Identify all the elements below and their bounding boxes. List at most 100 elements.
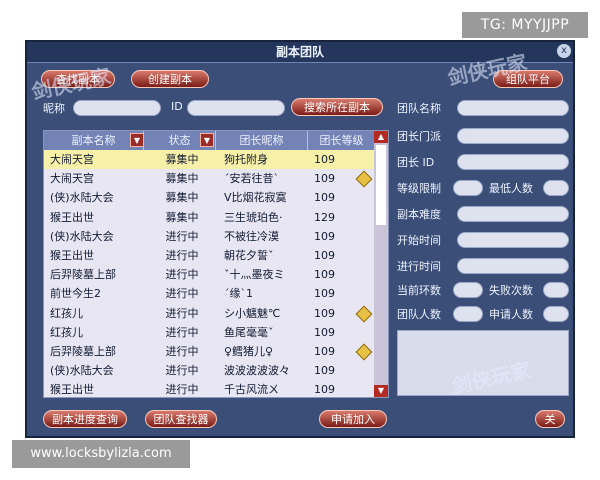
diamond-icon <box>355 170 373 188</box>
row-leader: 鱼尾毫毫ˇ <box>224 325 274 339</box>
row-leader: ˊ安若往昔ˋ <box>224 172 279 186</box>
scroll-thumb[interactable] <box>376 145 386 225</box>
row-status: 募集中 <box>165 153 199 166</box>
row-name: 红孩儿 <box>50 325 83 339</box>
fail-count-field <box>543 282 569 298</box>
table-row[interactable]: 红孩儿 进行中 シ小魑魅℃ 109 <box>44 304 376 323</box>
team-count-label: 团队人数 <box>397 308 441 321</box>
team-name-label: 团队名称 <box>397 102 441 115</box>
table-row[interactable]: 大闹天宫 募集中 ˊ安若往昔ˋ 109 <box>44 169 376 188</box>
level-limit-field <box>453 180 483 196</box>
apply-join-button[interactable]: 申请加入 <box>319 410 387 428</box>
row-level: 109 <box>314 344 335 358</box>
row-leader: ♀鳕猪儿♀ <box>224 344 274 358</box>
table-row[interactable]: 猴王出世 进行中 千古风流ㄨ 109 <box>44 380 376 397</box>
table-row[interactable]: (侠)水陆大会 进行中 不被往冷漠 109 <box>44 227 376 246</box>
row-status: 募集中 <box>165 191 199 205</box>
table-row[interactable]: 猴王出世 进行中 朝花夕誓ˇ 109 <box>44 246 376 265</box>
dungeon-progress-button[interactable]: 副本进度查询 <box>43 410 127 428</box>
row-name: (侠)水陆大会 <box>50 364 114 378</box>
table-header: 副本名称 ▼ 状态 ▼ 团长昵称 团长等级 <box>44 131 376 150</box>
progress-time-field <box>457 258 569 274</box>
team-table: 副本名称 ▼ 状态 ▼ 团长昵称 团长等级 大闹天宫 募集中 狗托附身 109 大闹天宫… <box>43 130 389 398</box>
row-status: 募集中 <box>165 210 199 224</box>
row-status: 进行中 <box>165 306 199 320</box>
nickname-input[interactable] <box>73 100 161 116</box>
table-scrollbar[interactable]: ▲ ▼ <box>374 131 388 397</box>
leader-sect-field <box>457 128 569 144</box>
current-rounds-field <box>453 282 483 298</box>
fail-count-label: 失败次数 <box>489 284 533 297</box>
row-level: 109 <box>314 268 335 282</box>
progress-time-label: 进行时间 <box>397 260 441 273</box>
close-button[interactable]: 关 <box>535 410 565 428</box>
sort-name-icon[interactable]: ▼ <box>130 133 144 147</box>
table-row[interactable]: 前世今生2 进行中 ˊ缘ˋ1 109 <box>44 284 376 303</box>
watermark-top-left: 剑侠玩家 <box>29 63 113 105</box>
row-status: 进行中 <box>165 229 199 243</box>
difficulty-label: 副本难度 <box>397 208 441 221</box>
table-row[interactable]: (侠)水陆大会 进行中 波波波波波々 109 <box>44 361 376 380</box>
row-name: 后羿陵墓上部 <box>50 344 116 358</box>
difficulty-field <box>457 206 569 222</box>
row-leader: シ小魑魅℃ <box>224 306 281 320</box>
header-name: 副本名称 <box>44 131 144 150</box>
row-leader: 波波波波波々 <box>224 364 290 378</box>
row-name: (侠)水陆大会 <box>50 191 114 205</box>
row-name: 猴王出世 <box>50 383 94 397</box>
apply-count-field <box>543 306 569 322</box>
create-dungeon-button[interactable]: 创建副本 <box>131 70 209 88</box>
table-row[interactable]: 大闹天宫 募集中 狗托附身 109 <box>44 150 376 170</box>
level-limit-label: 等级限制 <box>397 182 441 195</box>
search-dungeon-button[interactable]: 搜索所在副本 <box>291 98 383 116</box>
row-leader: ˊ缘ˋ1 <box>224 287 253 301</box>
row-level: 129 <box>314 210 335 224</box>
row-leader: 三生琥珀色· <box>224 210 283 224</box>
scroll-up-icon[interactable]: ▲ <box>374 131 388 143</box>
row-leader: 千古风流ㄨ <box>224 383 279 397</box>
min-people-label: 最低人数 <box>489 182 533 195</box>
start-time-label: 开始时间 <box>397 234 441 247</box>
row-name: 猴王出世 <box>50 210 94 224</box>
row-leader: 朝花夕誓ˇ <box>224 248 274 262</box>
current-rounds-label: 当前环数 <box>397 284 441 297</box>
row-status: 进行中 <box>165 364 199 378</box>
header-level: 团长等级 <box>308 131 376 150</box>
row-name: 前世今生2 <box>50 287 101 301</box>
row-status: 进行中 <box>165 287 199 301</box>
row-level: 109 <box>314 172 335 186</box>
row-status: 进行中 <box>165 344 199 358</box>
close-icon[interactable]: x <box>557 44 571 58</box>
scroll-down-icon[interactable]: ▼ <box>374 385 388 397</box>
table-row[interactable]: 后羿陵墓上部 进行中 ♀鳕猪儿♀ 109 <box>44 342 376 361</box>
row-level: 109 <box>314 248 335 262</box>
table-row[interactable]: 红孩儿 进行中 鱼尾毫毫ˇ 109 <box>44 323 376 342</box>
sort-status-icon[interactable]: ▼ <box>200 133 214 147</box>
row-level: 109 <box>314 153 335 166</box>
row-status: 进行中 <box>165 383 199 397</box>
table-row[interactable]: 猴王出世 募集中 三生琥珀色· 129 <box>44 208 376 227</box>
row-name: 红孩儿 <box>50 306 83 320</box>
team-finder-button[interactable]: 团队查找器 <box>145 410 217 428</box>
leader-id-label: 团长 ID <box>397 156 435 169</box>
team-name-field <box>457 100 569 116</box>
row-name: 后羿陵墓上部 <box>50 268 116 282</box>
row-leader: V比烟花寂寞 <box>224 191 287 205</box>
row-leader: 不被往冷漠 <box>224 229 279 243</box>
table-row[interactable]: 后羿陵墓上部 进行中 ˇ十灬墨夜ミ 109 <box>44 265 376 284</box>
team-count-field <box>453 306 483 322</box>
row-status: 进行中 <box>165 325 199 339</box>
min-people-field <box>543 180 569 196</box>
row-level: 109 <box>314 191 335 205</box>
row-name: 大闹天宫 <box>50 172 94 186</box>
table-rows: 大闹天宫 募集中 狗托附身 109 大闹天宫 募集中 ˊ安若往昔ˋ 109 (侠)水陆大会 募集中… <box>44 150 376 397</box>
table-row[interactable]: (侠)水陆大会 募集中 V比烟花寂寞 109 <box>44 188 376 207</box>
diamond-icon <box>355 343 373 361</box>
id-input[interactable] <box>187 100 285 116</box>
row-name: 猴王出世 <box>50 248 94 262</box>
start-time-field <box>457 232 569 248</box>
header-leader: 团长昵称 <box>216 131 308 150</box>
row-level: 109 <box>314 325 335 339</box>
row-level: 109 <box>314 364 335 378</box>
row-name: 大闹天宫 <box>50 153 94 166</box>
